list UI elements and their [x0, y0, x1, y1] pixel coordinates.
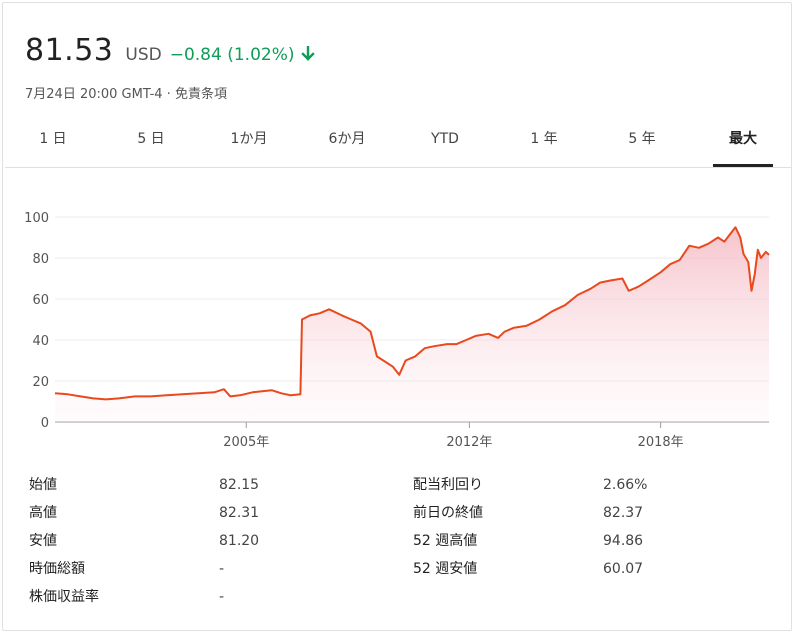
price-row: 81.53 USD −0.84 (1.02%) [25, 33, 315, 68]
stat-value: - [219, 561, 225, 577]
x-tick-label: 2018年 [638, 435, 684, 450]
stat-label: 前日の終値 [413, 505, 483, 521]
stat-row: 株価収益率 - [29, 587, 389, 607]
stat-label: 安値 [29, 533, 57, 549]
tab-6-month[interactable]: 6か月 [317, 121, 377, 167]
stat-label: 52 週安値 [413, 561, 478, 577]
stat-value: 82.31 [219, 505, 260, 521]
stock-quote-card: 81.53 USD −0.84 (1.02%) 7月24日 20:00 GMT-… [2, 2, 792, 631]
stat-value: 94.86 [603, 533, 644, 549]
stat-label: 時価総額 [29, 561, 85, 577]
stat-value: 82.15 [219, 477, 260, 493]
y-tick-label: 40 [32, 334, 49, 349]
stat-row: 配当利回り 2.66% [413, 475, 773, 495]
stat-label: 高値 [29, 505, 57, 521]
stat-value: 60.07 [603, 561, 644, 577]
x-tick-label: 2012年 [446, 435, 492, 450]
currency-label: USD [125, 45, 162, 65]
stat-label: 始値 [29, 477, 57, 493]
stat-row: 安値 81.20 [29, 531, 389, 551]
arrow-down-icon [300, 45, 315, 62]
x-tick-label: 2005年 [223, 435, 269, 450]
price-chart-svg[interactable]: 0 20 40 60 80 100 2005年 2012年 2018年 [3, 173, 793, 463]
stat-value: - [219, 589, 225, 605]
y-tick-label: 100 [24, 211, 49, 226]
tab-1-day[interactable]: 1 日 [23, 121, 83, 167]
stat-row: 前日の終値 82.37 [413, 503, 773, 523]
tab-1-month[interactable]: 1か月 [219, 121, 279, 167]
stat-label: 配当利回り [413, 477, 483, 493]
y-tick-label: 60 [32, 293, 49, 308]
quote-timestamp-disclaimer[interactable]: 7月24日 20:00 GMT-4 · 免責条項 [25, 83, 227, 102]
stat-row: 始値 82.15 [29, 475, 389, 495]
range-tabs: 1 日 5 日 1か月 6か月 YTD 1 年 5 年 最大 [5, 121, 791, 168]
y-tick-label: 20 [32, 375, 49, 390]
price-area-fill [55, 227, 769, 422]
tab-1-year[interactable]: 1 年 [514, 121, 574, 167]
tab-ytd[interactable]: YTD [415, 121, 475, 167]
stat-label: 52 週高値 [413, 533, 478, 549]
y-tick-label: 0 [41, 416, 49, 431]
tab-5-year[interactable]: 5 年 [612, 121, 672, 167]
tab-max[interactable]: 最大 [713, 121, 773, 167]
y-tick-label: 80 [32, 252, 49, 267]
stat-value: 81.20 [219, 533, 260, 549]
stat-label: 株価収益率 [29, 589, 99, 605]
stat-row: 高値 82.31 [29, 503, 389, 523]
current-price: 81.53 [25, 33, 114, 68]
stat-row: 52 週高値 94.86 [413, 531, 773, 551]
stat-row: 52 週安値 60.07 [413, 559, 773, 579]
tab-5-day[interactable]: 5 日 [121, 121, 181, 167]
price-change: −0.84 (1.02%) [169, 45, 295, 65]
stat-row: 時価総額 - [29, 559, 389, 579]
stat-value: 2.66% [603, 477, 648, 493]
stat-value: 82.37 [603, 505, 644, 521]
price-chart[interactable]: 0 20 40 60 80 100 2005年 2012年 2018年 [3, 173, 793, 463]
